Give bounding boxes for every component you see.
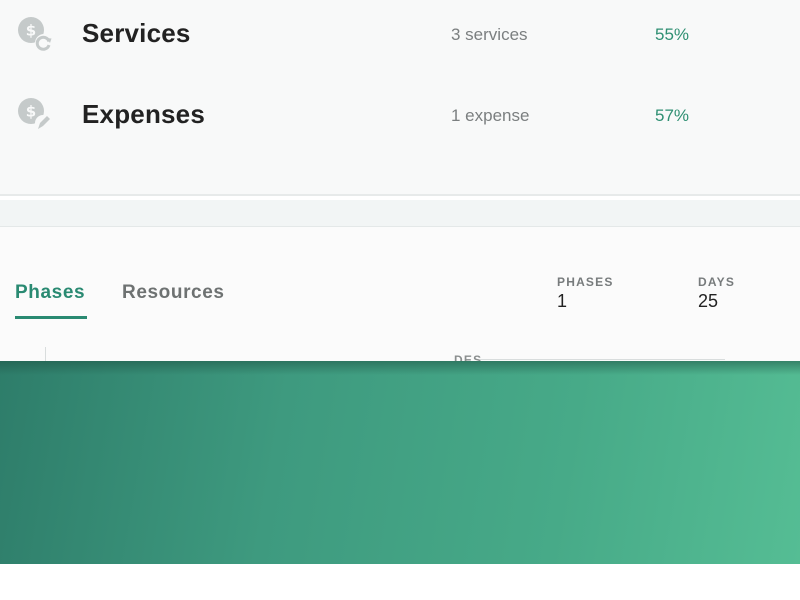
services-count: 3 services — [451, 25, 528, 44]
phases-stat-value: 1 — [557, 291, 568, 311]
tab-phases[interactable]: Phases — [15, 282, 87, 319]
table-header-rule — [480, 359, 725, 360]
budget-summary-card: $ Services 3 services 55% $ Expenses 1 e… — [0, 0, 800, 196]
services-label: Services — [82, 18, 191, 48]
tab-resources[interactable]: Resources — [122, 282, 225, 304]
overlay-shadow — [0, 361, 800, 375]
tab-phases-label: Phases — [15, 282, 86, 303]
svg-text:$: $ — [26, 103, 36, 121]
green-overlay-panel — [0, 361, 800, 564]
project-overview-page: $ Services 3 services 55% $ Expenses 1 e… — [0, 0, 800, 600]
phases-stat-label: PHASES — [557, 275, 614, 289]
phases-tab-section: Phases Resources PHASES 1 DAYS 25 — [0, 227, 800, 361]
days-stat: DAYS 25 — [698, 275, 735, 312]
tab-resources-label: Resources — [122, 282, 225, 303]
section-divider — [0, 200, 800, 227]
svg-text:$: $ — [26, 22, 36, 40]
bottom-margin — [0, 564, 800, 600]
expenses-label: Expenses — [82, 99, 206, 129]
days-stat-value: 25 — [698, 291, 719, 311]
services-percent: 55% — [655, 25, 690, 44]
phases-stat: PHASES 1 — [557, 275, 614, 312]
expenses-row[interactable]: $ Expenses 1 expense 57% — [0, 84, 800, 144]
active-tab-indicator — [15, 316, 87, 319]
dollar-refresh-icon: $ — [16, 15, 54, 53]
expenses-percent: 57% — [655, 106, 690, 125]
expenses-count: 1 expense — [451, 106, 530, 125]
services-row[interactable]: $ Services 3 services 55% — [0, 3, 800, 63]
days-stat-label: DAYS — [698, 275, 736, 289]
dollar-edit-icon: $ — [16, 96, 54, 134]
